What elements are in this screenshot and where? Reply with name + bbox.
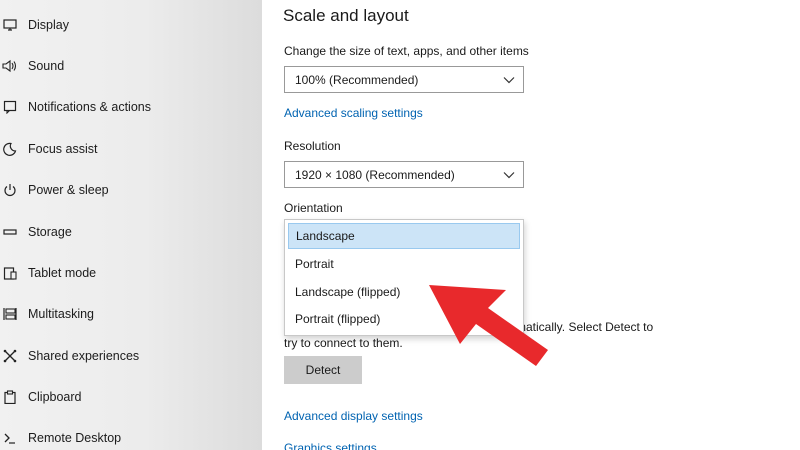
sidebar-item-focus-assist[interactable]: Focus assist xyxy=(0,134,262,164)
sidebar-item-label: Tablet mode xyxy=(28,266,97,280)
sidebar-item-label: Remote Desktop xyxy=(28,431,122,445)
sidebar-item-power-sleep[interactable]: Power & sleep xyxy=(0,175,262,205)
chevron-down-icon xyxy=(503,168,515,182)
resolution-dropdown-value: 1920 × 1080 (Recommended) xyxy=(295,167,455,182)
sidebar-item-remote-desktop[interactable]: Remote Desktop xyxy=(0,423,262,450)
sidebar-item-storage[interactable]: Storage xyxy=(0,217,262,247)
power-icon xyxy=(1,181,19,199)
notification-icon xyxy=(1,98,19,116)
scale-label: Change the size of text, apps, and other… xyxy=(284,44,529,58)
clipboard-icon xyxy=(1,388,19,406)
sidebar-item-label: Power & sleep xyxy=(28,183,109,197)
resolution-label: Resolution xyxy=(284,139,341,153)
sidebar-item-notifications[interactable]: Notifications & actions xyxy=(0,92,262,122)
sidebar-item-label: Notifications & actions xyxy=(28,100,151,114)
advanced-display-link[interactable]: Advanced display settings xyxy=(284,409,423,423)
detect-description-line2: try to connect to them. xyxy=(284,336,403,350)
storage-icon xyxy=(1,223,19,241)
graphics-settings-link[interactable]: Graphics settings xyxy=(284,441,377,450)
chevron-down-icon xyxy=(503,73,515,87)
speaker-icon xyxy=(1,57,19,75)
orientation-option-portrait[interactable]: Portrait xyxy=(288,251,520,277)
detect-button[interactable]: Detect xyxy=(284,356,362,384)
sidebar-item-multitasking[interactable]: Multitasking xyxy=(0,299,262,329)
remote-desktop-icon xyxy=(1,429,19,447)
orientation-option-landscape[interactable]: Landscape xyxy=(288,223,520,249)
resolution-dropdown[interactable]: 1920 × 1080 (Recommended) xyxy=(284,161,524,188)
moon-icon xyxy=(1,140,19,158)
orientation-label: Orientation xyxy=(284,201,343,215)
scale-dropdown[interactable]: 100% (Recommended) xyxy=(284,66,524,93)
multitasking-icon xyxy=(1,305,19,323)
page-title: Scale and layout xyxy=(283,6,409,25)
tablet-icon xyxy=(1,264,19,282)
sidebar-item-label: Shared experiences xyxy=(28,349,140,363)
advanced-scaling-link[interactable]: Advanced scaling settings xyxy=(284,106,423,120)
sidebar-item-label: Storage xyxy=(28,225,72,239)
red-arrow-annotation xyxy=(429,285,548,366)
shared-experiences-icon xyxy=(1,347,19,365)
sidebar-item-sound[interactable]: Sound xyxy=(0,51,262,81)
sidebar-item-label: Sound xyxy=(28,59,65,73)
sidebar-item-label: Clipboard xyxy=(28,390,82,404)
sidebar-item-label: Multitasking xyxy=(28,307,94,321)
sidebar-item-label: Display xyxy=(28,18,69,32)
sidebar-item-tablet-mode[interactable]: Tablet mode xyxy=(0,258,262,288)
sidebar-item-display[interactable]: Display xyxy=(0,10,262,40)
sidebar-item-shared-experiences[interactable]: Shared experiences xyxy=(0,341,262,371)
sidebar-item-clipboard[interactable]: Clipboard xyxy=(0,382,262,412)
monitor-icon xyxy=(1,16,19,34)
sidebar-item-label: Focus assist xyxy=(28,142,98,156)
scale-dropdown-value: 100% (Recommended) xyxy=(295,72,419,87)
settings-sidebar: Display Sound Notifications & actions Fo… xyxy=(0,0,262,450)
